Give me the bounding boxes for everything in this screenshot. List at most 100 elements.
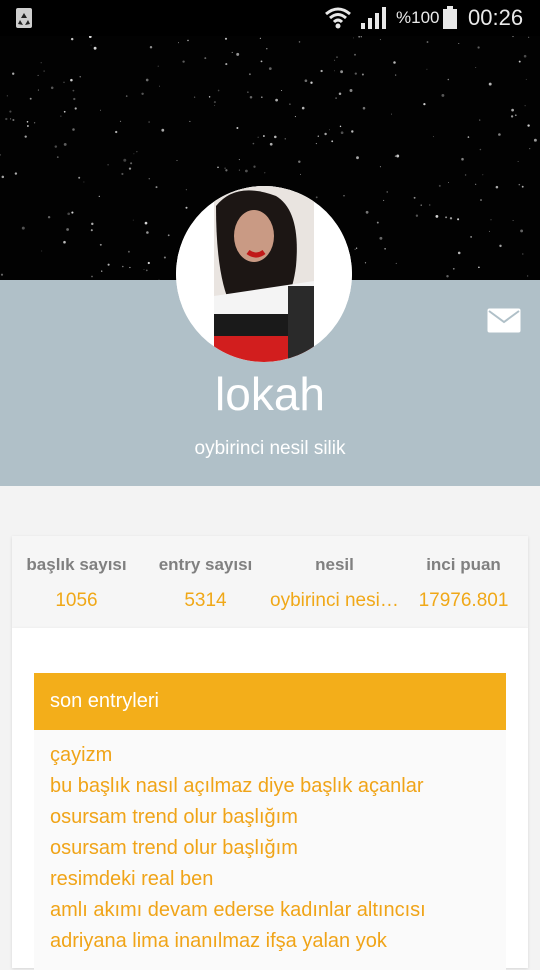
star	[479, 119, 481, 121]
star	[189, 120, 191, 122]
star	[238, 159, 240, 161]
star	[415, 214, 419, 217]
star	[5, 117, 8, 121]
star	[479, 148, 482, 151]
star	[339, 125, 342, 128]
star	[315, 143, 317, 145]
star	[72, 89, 75, 92]
star	[159, 85, 161, 87]
star	[224, 167, 226, 169]
star	[121, 172, 124, 176]
star	[231, 51, 233, 53]
stat-value: 1056	[55, 590, 98, 611]
star	[495, 185, 499, 189]
star	[208, 96, 211, 98]
star	[37, 89, 39, 91]
star	[43, 70, 45, 72]
stat-value: 5314	[184, 590, 227, 611]
entry-link[interactable]: adriyana lima inanılmaz ifşa yalan yok	[50, 930, 387, 953]
star	[182, 60, 185, 63]
star	[365, 210, 369, 214]
star	[72, 128, 75, 131]
battery-percent: %100	[396, 8, 440, 27]
star	[47, 215, 51, 219]
entry-link[interactable]: çayizm	[50, 744, 112, 767]
star	[145, 269, 148, 272]
star	[129, 266, 131, 269]
star	[518, 183, 521, 186]
star	[435, 214, 439, 218]
star	[213, 101, 216, 104]
star	[143, 268, 145, 270]
star	[217, 166, 219, 169]
star	[79, 76, 81, 78]
star	[395, 74, 397, 76]
star	[329, 129, 330, 131]
star	[298, 160, 301, 164]
star	[224, 37, 228, 40]
star	[252, 142, 255, 145]
generation-subtitle: oybirinci nesil silik	[194, 438, 346, 459]
star	[294, 116, 296, 118]
star	[127, 250, 130, 253]
star	[354, 53, 356, 56]
star	[24, 135, 27, 138]
star	[74, 107, 77, 110]
star	[12, 118, 15, 122]
star	[334, 59, 336, 61]
battery-icon	[443, 6, 457, 29]
star	[298, 41, 301, 43]
star	[351, 130, 354, 133]
star	[281, 89, 283, 92]
star	[299, 173, 302, 175]
star	[395, 262, 397, 264]
recent-entries-title: son entryleri	[50, 690, 159, 712]
star	[73, 97, 76, 101]
star	[523, 54, 527, 58]
star	[518, 60, 521, 63]
avatar[interactable]	[176, 186, 352, 362]
star	[176, 160, 178, 161]
star	[310, 81, 313, 84]
star	[452, 267, 455, 270]
star	[66, 228, 69, 231]
star	[144, 221, 148, 225]
star	[37, 74, 39, 76]
star	[354, 248, 356, 250]
entry-link[interactable]: bu başlık nasıl açılmaz diye başlık açan…	[50, 775, 424, 798]
star	[148, 178, 150, 180]
star	[384, 248, 386, 250]
entry-link[interactable]: resimdeki real ben	[50, 868, 213, 891]
star	[88, 36, 92, 39]
stats-card: başlık sayısı 1056 entry sayısı 5314 nes…	[12, 536, 528, 628]
star	[480, 199, 482, 201]
entry-link[interactable]: osursam trend olur başlığım	[50, 806, 298, 829]
star	[260, 96, 263, 99]
entry-link[interactable]: osursam trend olur başlığım	[50, 837, 298, 860]
star	[361, 73, 364, 76]
star	[100, 109, 102, 111]
recent-entries-list: çayizm bu başlık nasıl açılmaz diye başl…	[34, 730, 506, 970]
mail-icon[interactable]	[487, 308, 521, 333]
star	[249, 96, 253, 99]
star	[269, 142, 273, 146]
star	[522, 253, 524, 255]
star	[438, 184, 441, 187]
star	[461, 157, 464, 161]
star	[98, 195, 100, 198]
star	[128, 167, 132, 170]
star	[147, 261, 150, 265]
star	[317, 135, 320, 137]
star	[475, 183, 477, 185]
star	[358, 36, 361, 38]
star	[107, 164, 109, 166]
star	[383, 199, 385, 201]
star	[268, 67, 272, 70]
star	[393, 61, 396, 64]
star	[482, 174, 484, 176]
star	[99, 243, 102, 246]
entry-link[interactable]: amlı akımı devam ederse kadınlar altıncı…	[50, 899, 426, 922]
star	[432, 136, 434, 138]
star	[83, 181, 85, 183]
star	[517, 161, 519, 162]
